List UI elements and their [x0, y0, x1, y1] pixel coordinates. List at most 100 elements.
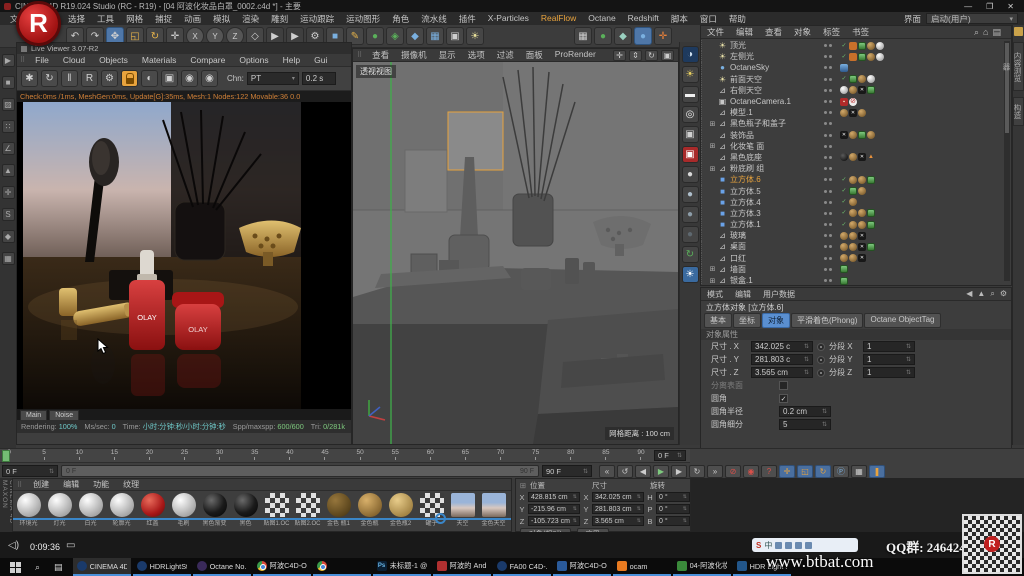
tag-icon[interactable] [858, 221, 866, 229]
object-row[interactable]: ⊞ ⊿ 黑色瓶子和盖子 [701, 118, 1011, 129]
speaker-icon[interactable]: ◁) [8, 540, 19, 551]
object-name[interactable]: 立方体.1 [728, 219, 820, 230]
tag-icon[interactable] [849, 221, 857, 229]
tag-icon[interactable] [867, 86, 875, 94]
position-field[interactable]: 428.815 cm⇅ [528, 492, 580, 502]
tag-icon[interactable] [849, 254, 857, 262]
visibility-dots[interactable] [820, 122, 836, 125]
solo-mode-icon[interactable]: S [2, 208, 15, 221]
keyframe-selection-button[interactable]: ? [761, 465, 777, 478]
current-frame-field[interactable]: 0 F⇅ [654, 450, 686, 461]
particles-icon[interactable]: ● [634, 27, 652, 45]
visibility-dots[interactable] [820, 156, 836, 159]
prev-frame-button[interactable]: ◀ [635, 465, 651, 478]
menu-item[interactable]: X-Particles [482, 13, 535, 25]
object-name[interactable]: 黑色底座 [728, 152, 820, 163]
live-viewer-menu-item[interactable]: Objects [92, 55, 135, 65]
visibility-dots[interactable] [820, 111, 836, 114]
object-name[interactable]: 化妆笔 面 [728, 141, 820, 152]
menu-item[interactable]: 渲染 [236, 13, 265, 25]
object-name[interactable]: 银盒.1 [728, 275, 820, 285]
material-item[interactable]: 贴图1.OC [263, 493, 290, 527]
object-row[interactable]: ⊿ 右侧天空 [701, 85, 1011, 96]
taskbar-app[interactable] [313, 558, 371, 576]
size-field[interactable]: 3.565 cm⇅ [592, 516, 644, 526]
tag-icon[interactable] [840, 153, 848, 161]
tag-icon[interactable] [840, 277, 848, 285]
material-item[interactable]: 金色瓶2 [387, 493, 414, 527]
expand-toggle-icon[interactable]: ⊞ [708, 265, 717, 273]
pan-icon[interactable]: ✛ [613, 50, 626, 61]
live-viewer-menu-item[interactable]: Options [232, 55, 275, 65]
taskbar-app[interactable]: Octane No... [193, 558, 251, 576]
tag-icon[interactable] [840, 187, 848, 195]
object-manager-menu-item[interactable]: 书签 [846, 26, 875, 38]
end-frame-field[interactable]: 90 F⇅ [542, 465, 592, 477]
material-preview[interactable] [296, 493, 320, 517]
live-viewer-titlebar[interactable]: Live Viewer 3.07-R2 [17, 43, 351, 54]
play-button[interactable]: ▶ [653, 465, 669, 478]
object-row[interactable]: ⊞ ⊿ 墙面 [701, 264, 1011, 275]
material-item[interactable]: 黑色渐变 [201, 493, 228, 527]
ime-icon[interactable] [805, 542, 812, 549]
points-mode-icon[interactable]: ∷ [2, 120, 15, 133]
loop-mode-button[interactable]: ↺ [617, 465, 633, 478]
tag-icon[interactable] [858, 232, 866, 240]
tag-icon[interactable] [840, 75, 848, 83]
tag-icon[interactable] [867, 209, 875, 217]
tag-icon[interactable] [849, 232, 857, 240]
home-icon[interactable]: ⌂ [983, 27, 988, 38]
search-icon[interactable]: ⌕ [35, 562, 40, 573]
object-row[interactable]: ⊞ ⊿ 银盒.1 [701, 275, 1011, 285]
object-row[interactable]: ⊿ 桌面 [701, 241, 1011, 252]
visibility-dots[interactable] [820, 167, 836, 170]
object-name[interactable]: 桌面 [728, 241, 820, 252]
object-name[interactable]: OctaneSky [728, 63, 820, 72]
tag-icon[interactable] [867, 75, 875, 83]
material-preview[interactable] [203, 493, 227, 517]
tag-icon[interactable] [840, 254, 848, 262]
render-pass-tab[interactable]: Main [20, 410, 47, 420]
tag-icon[interactable] [858, 243, 866, 251]
settings-gear-icon[interactable]: ⚙ [101, 70, 118, 87]
material-preview[interactable] [482, 493, 506, 517]
viewport-menu-item[interactable]: 显示 [433, 49, 462, 61]
tag-icon[interactable] [867, 243, 875, 251]
material-preview[interactable] [451, 493, 475, 517]
display-icon[interactable]: ▭ [66, 540, 75, 551]
fillet-radius-field[interactable]: 0.2 cm⇅ [779, 406, 831, 417]
lock-resolution-icon[interactable] [121, 70, 138, 87]
object-name[interactable]: 口红 [728, 253, 820, 264]
daylight-sun-icon[interactable]: ☀ [682, 66, 699, 83]
material-item[interactable]: 毛刷 [170, 493, 197, 527]
tag-icon[interactable] [849, 209, 857, 217]
fillet-subdivision-field[interactable]: 5⇅ [779, 419, 831, 430]
menu-item[interactable]: 插件 [453, 13, 482, 25]
goto-start-button[interactable]: « [599, 465, 615, 478]
fillet-checkbox[interactable]: ✓ [779, 394, 788, 403]
close-button[interactable]: ✕ [1007, 2, 1014, 11]
visibility-dots[interactable] [820, 89, 836, 92]
orbit-icon[interactable]: ↻ [645, 50, 658, 61]
link-radio[interactable] [817, 356, 825, 364]
object-name[interactable]: 墙面 [728, 264, 820, 275]
object-row[interactable]: ⊿ 模型.1 [701, 107, 1011, 118]
viewport-menu-item[interactable]: ProRender [549, 49, 602, 61]
tag-icon[interactable] [858, 153, 866, 161]
tag-icon[interactable] [840, 86, 848, 94]
taskbar-app[interactable]: 阿波C4D-O... [553, 558, 611, 576]
object-name[interactable]: 立方体.6 [728, 174, 820, 185]
area-light-card-icon[interactable]: ▬ [682, 86, 699, 103]
maximize-button[interactable]: ❐ [986, 2, 993, 11]
viewport-menu-item[interactable]: 面板 [520, 49, 549, 61]
size-field[interactable]: 342.025 cm⇅ [592, 492, 644, 502]
preview-sphere-icon[interactable]: ◐ [141, 70, 158, 87]
tag-icon[interactable] [876, 53, 884, 61]
object-row[interactable]: ⊿ 玻璃 [701, 230, 1011, 241]
object-name[interactable]: 前面天空 [728, 74, 820, 85]
object-row[interactable]: ⊿ 口红 [701, 253, 1011, 264]
next-frame-button[interactable]: ▶ [671, 465, 687, 478]
attribute-tab[interactable]: 坐标 [733, 313, 761, 328]
menu-item[interactable]: 脚本 [665, 13, 694, 25]
tag-icon[interactable] [840, 109, 848, 117]
